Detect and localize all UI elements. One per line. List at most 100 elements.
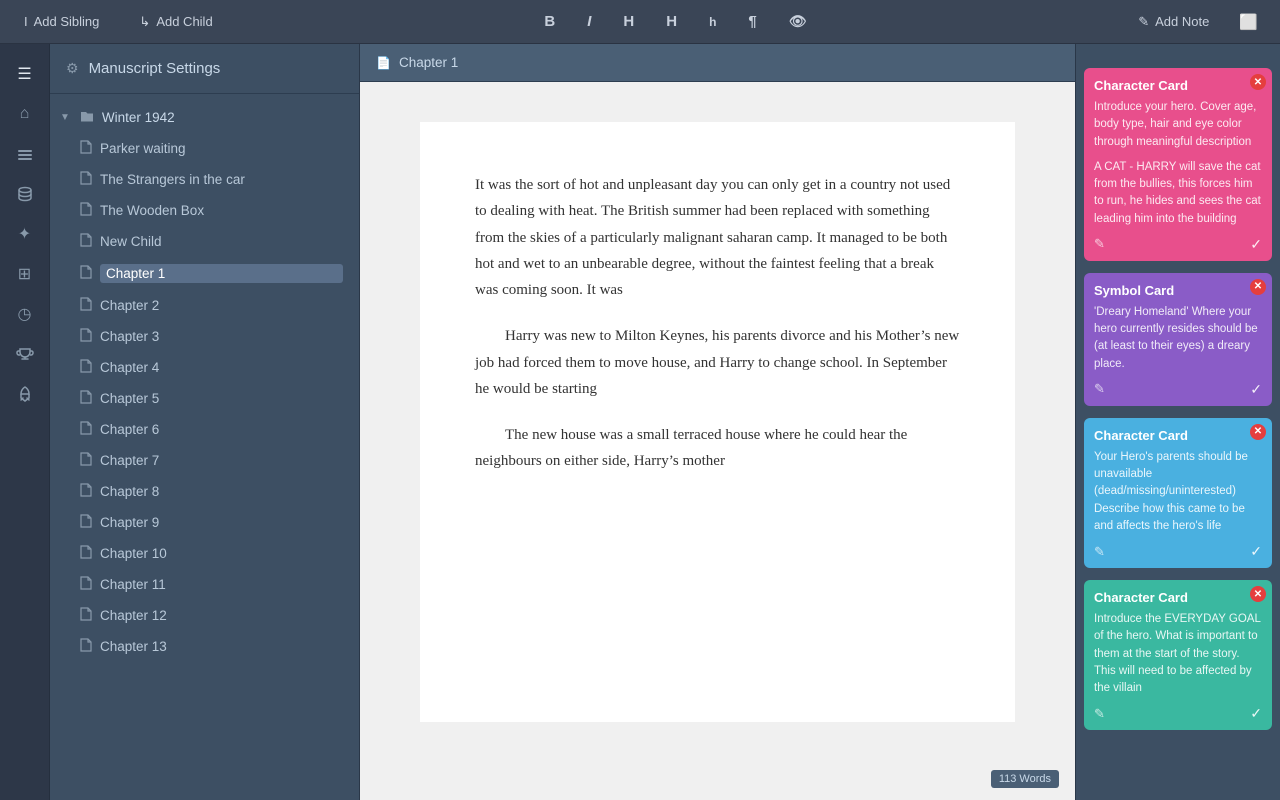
tree-item-label: Parker waiting [100, 141, 343, 156]
note-check-button[interactable]: ✓ [1250, 705, 1262, 722]
sidebar-item-chapter8[interactable]: Chapter 8 [50, 476, 359, 507]
nav-grid-button[interactable]: ⊞ [7, 256, 43, 292]
tree-item-label: Chapter 4 [100, 360, 343, 375]
sidebar-item-chapter5[interactable]: Chapter 5 [50, 383, 359, 414]
folder-icon [80, 109, 94, 126]
sidebar-item-chapter1[interactable]: Chapter 1 [50, 257, 359, 290]
nav-clock-button[interactable]: ◷ [7, 296, 43, 332]
note-edit-button[interactable]: ✎ [1094, 706, 1105, 722]
toolbar-center: B I H H h ¶ 👁 [221, 9, 1131, 34]
note-check-button[interactable]: ✓ [1250, 236, 1262, 253]
nav-rocket-button[interactable] [7, 376, 43, 412]
note-card-footer: ✎ ✓ [1094, 543, 1262, 560]
tree-item-label: Chapter 2 [100, 298, 343, 313]
tree-item-label: Chapter 6 [100, 422, 343, 437]
note-card-title: Character Card [1094, 428, 1262, 443]
toolbar-left: I Add Sibling ↳ Add Child [16, 10, 221, 34]
format-preview-button[interactable]: 👁 [783, 9, 813, 34]
sidebar-header-title: Manuscript Settings [89, 60, 221, 77]
sidebar-item-woodenbox[interactable]: The Wooden Box [50, 195, 359, 226]
add-child-button[interactable]: ↳ Add Child [131, 10, 220, 34]
note-card-footer: ✎ ✓ [1094, 705, 1262, 722]
sidebar-item-winter1942[interactable]: ▼ Winter 1942 [50, 102, 359, 133]
sidebar-item-chapter2[interactable]: Chapter 2 [50, 290, 359, 321]
content-body[interactable]: It was the sort of hot and unpleasant da… [360, 82, 1075, 800]
sidebar-item-chapter12[interactable]: Chapter 12 [50, 600, 359, 631]
sidebar-item-chapter13[interactable]: Chapter 13 [50, 631, 359, 662]
format-h1-button[interactable]: H [617, 9, 640, 34]
file-icon [80, 202, 92, 219]
format-h3-button[interactable]: h [703, 11, 722, 33]
note-close-button[interactable]: ✕ [1250, 279, 1266, 295]
sidebar-header: ⚙ Manuscript Settings [50, 44, 359, 94]
format-h2-button[interactable]: H [660, 9, 683, 34]
sidebar-tree: ▼ Winter 1942 Parker waiting The Strange… [50, 94, 359, 800]
note-check-button[interactable]: ✓ [1250, 543, 1262, 560]
file-icon [80, 140, 92, 157]
toolbar-right: ✎ Add Note ⬜ [1130, 9, 1264, 35]
sidebar-item-chapter4[interactable]: Chapter 4 [50, 352, 359, 383]
nav-trophy-button[interactable] [7, 336, 43, 372]
tree-item-label: Chapter 5 [100, 391, 343, 406]
sidebar-item-strangers[interactable]: The Strangers in the car [50, 164, 359, 195]
tree-item-label: Chapter 1 [100, 264, 343, 283]
note-edit-button[interactable]: ✎ [1094, 544, 1105, 560]
file-icon [80, 483, 92, 500]
tree-item-label: Chapter 7 [100, 453, 343, 468]
sidebar-item-chapter7[interactable]: Chapter 7 [50, 445, 359, 476]
note-card-card2: ✕ Symbol Card 'Dreary Homeland' Where yo… [1084, 273, 1272, 406]
tree-item-label: The Wooden Box [100, 203, 343, 218]
sidebar: ⚙ Manuscript Settings ▼ Winter 1942 Park… [50, 44, 360, 800]
paragraph-p2[interactable]: Harry was new to Milton Keynes, his pare… [475, 323, 960, 402]
sidebar-item-chapter3[interactable]: Chapter 3 [50, 321, 359, 352]
notes-header [1076, 44, 1280, 60]
file-icon [80, 233, 92, 250]
tree-item-label: The Strangers in the car [100, 172, 343, 187]
settings-icon: ⚙ [66, 60, 79, 77]
tree-item-label: Winter 1942 [102, 110, 343, 125]
nav-layers-button[interactable] [7, 136, 43, 172]
tab-label: Chapter 1 [399, 55, 458, 70]
format-bold-button[interactable]: B [538, 9, 561, 34]
tree-item-label: Chapter 11 [100, 577, 343, 592]
file-icon [80, 265, 92, 282]
note-edit-button[interactable]: ✎ [1094, 381, 1105, 397]
file-icon [80, 514, 92, 531]
format-paragraph-button[interactable]: ¶ [742, 9, 762, 34]
note-edit-button[interactable]: ✎ [1094, 236, 1105, 252]
toolbar: I Add Sibling ↳ Add Child B I H H h ¶ 👁 … [0, 0, 1280, 44]
note-close-button[interactable]: ✕ [1250, 586, 1266, 602]
note-check-button[interactable]: ✓ [1250, 381, 1262, 398]
tree-arrow: ▼ [60, 112, 70, 123]
paragraph-p1[interactable]: It was the sort of hot and unpleasant da… [475, 172, 960, 303]
add-note-label: Add Note [1155, 14, 1209, 29]
add-sibling-button[interactable]: I Add Sibling [16, 10, 107, 33]
nav-home-button[interactable]: ⌂ [7, 96, 43, 132]
note-card-body: Introduce your hero. Cover age, body typ… [1094, 99, 1262, 228]
sidebar-item-chapter9[interactable]: Chapter 9 [50, 507, 359, 538]
format-italic-button[interactable]: I [581, 9, 597, 34]
sidebar-item-newchild[interactable]: New Child [50, 226, 359, 257]
sidebar-item-chapter11[interactable]: Chapter 11 [50, 569, 359, 600]
note-card-body: Your Hero's parents should be unavailabl… [1094, 449, 1262, 535]
paragraph-p3[interactable]: The new house was a small terraced house… [475, 422, 960, 475]
note-close-button[interactable]: ✕ [1250, 74, 1266, 90]
file-icon [80, 545, 92, 562]
sidebar-item-chapter10[interactable]: Chapter 10 [50, 538, 359, 569]
nav-database-button[interactable] [7, 176, 43, 212]
note-card-card1: ✕ Character Card Introduce your hero. Co… [1084, 68, 1272, 261]
fullscreen-button[interactable]: ⬜ [1233, 9, 1264, 35]
sidebar-item-chapter6[interactable]: Chapter 6 [50, 414, 359, 445]
file-icon [80, 328, 92, 345]
note-card-card3: ✕ Character Card Your Hero's parents sho… [1084, 418, 1272, 568]
note-close-button[interactable]: ✕ [1250, 424, 1266, 440]
sidebar-item-parker[interactable]: Parker waiting [50, 133, 359, 164]
file-icon [80, 576, 92, 593]
tree-item-label: Chapter 13 [100, 639, 343, 654]
add-sibling-label: Add Sibling [34, 14, 100, 29]
nav-star-button[interactable]: ✦ [7, 216, 43, 252]
file-icon [80, 390, 92, 407]
nav-menu-button[interactable]: ☰ [7, 56, 43, 92]
add-note-button[interactable]: ✎ Add Note [1130, 10, 1217, 34]
tree-item-label: Chapter 3 [100, 329, 343, 344]
